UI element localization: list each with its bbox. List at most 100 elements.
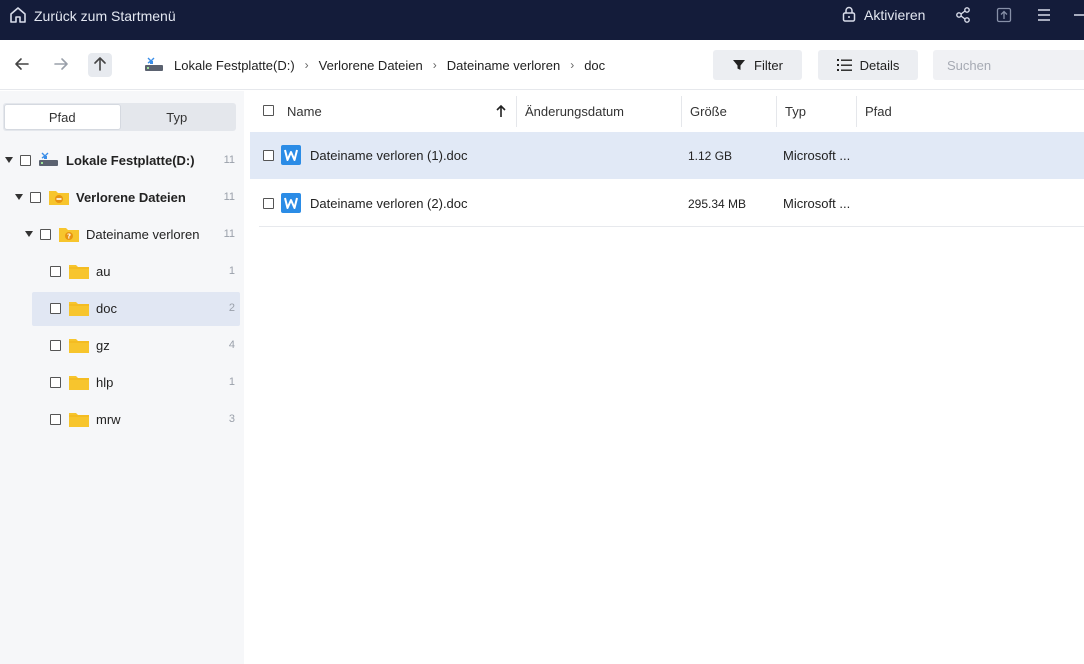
tree-item-label: doc	[96, 301, 117, 316]
arrow-right-icon	[52, 55, 70, 76]
word-document-icon	[281, 145, 301, 165]
column-divider[interactable]	[516, 96, 517, 127]
column-path[interactable]: Pfad	[865, 91, 892, 132]
item-count: 1	[228, 376, 235, 388]
list-icon	[836, 58, 852, 72]
checkbox[interactable]	[40, 229, 51, 240]
row-checkbox[interactable]	[263, 150, 274, 161]
tab-path[interactable]: Pfad	[5, 105, 120, 129]
column-date[interactable]: Änderungsdatum	[525, 91, 624, 132]
breadcrumb-lost-files[interactable]: Verlorene Dateien	[319, 58, 423, 73]
column-divider[interactable]	[681, 96, 682, 127]
caret-down-icon[interactable]	[15, 194, 23, 200]
drive-icon	[144, 55, 164, 75]
activate-button[interactable]: Aktivieren	[840, 4, 925, 26]
tree-item-hlp[interactable]: hlp 1	[0, 366, 240, 400]
checkbox[interactable]	[50, 340, 61, 351]
file-list: Name Änderungsdatum Größe Typ Pfad Datei…	[250, 91, 1084, 664]
file-name: Dateiname verloren (1).doc	[310, 148, 468, 163]
tree-item-drive[interactable]: Lokale Festplatte(D:) 11	[0, 144, 240, 178]
view-mode-switch: Pfad Typ	[3, 103, 236, 131]
item-count: 4	[228, 339, 235, 351]
file-type: Microsoft ...	[783, 196, 851, 211]
checkbox[interactable]	[20, 155, 31, 166]
checkbox[interactable]	[50, 414, 61, 425]
tree-item-label: Lokale Festplatte(D:)	[66, 153, 195, 168]
column-divider[interactable]	[856, 96, 857, 127]
row-checkbox[interactable]	[263, 198, 274, 209]
column-path-label: Pfad	[865, 104, 892, 119]
unknown-folder-icon: ?	[58, 225, 80, 246]
item-count: 11	[223, 228, 235, 240]
breadcrumb: Lokale Festplatte(D:) › Verlorene Dateie…	[144, 54, 605, 76]
filter-button[interactable]: Filter	[713, 50, 802, 80]
tab-type[interactable]: Typ	[120, 105, 235, 129]
checkbox[interactable]	[30, 192, 41, 203]
table-row[interactable]: Dateiname verloren (2).doc 295.34 MB Mic…	[250, 180, 1084, 227]
row-divider	[259, 226, 1084, 227]
tree-item-gz[interactable]: gz 4	[0, 329, 240, 363]
checkbox[interactable]	[50, 303, 61, 314]
up-button[interactable]	[88, 53, 112, 77]
file-name: Dateiname verloren (2).doc	[310, 196, 468, 211]
breadcrumb-lost-filename[interactable]: Dateiname verloren	[447, 58, 560, 73]
column-name-label: Name	[287, 104, 322, 119]
table-row[interactable]: Dateiname verloren (1).doc 1.12 GB Micro…	[250, 132, 1084, 179]
arrow-up-icon	[91, 55, 109, 76]
caret-down-icon[interactable]	[25, 231, 33, 237]
upload-icon[interactable]	[993, 4, 1015, 26]
tree-item-lost-filename[interactable]: ? Dateiname verloren 11	[0, 218, 240, 252]
funnel-icon	[732, 58, 746, 72]
column-type-label: Typ	[785, 104, 806, 119]
tree-item-au[interactable]: au 1	[0, 255, 240, 289]
breadcrumb-drive[interactable]: Lokale Festplatte(D:)	[174, 58, 295, 73]
checkbox[interactable]	[50, 266, 61, 277]
tree-item-label: mrw	[96, 412, 121, 427]
folder-icon	[68, 262, 90, 283]
folder-icon	[68, 299, 90, 320]
drive-icon	[38, 150, 60, 173]
title-bar: Zurück zum Startmenü Aktivieren	[0, 0, 1084, 40]
column-type[interactable]: Typ	[785, 91, 806, 132]
list-header: Name Änderungsdatum Größe Typ Pfad	[250, 91, 1084, 132]
folder-icon	[68, 410, 90, 431]
forward-button[interactable]	[49, 53, 73, 77]
folder-icon	[68, 336, 90, 357]
item-count: 2	[228, 302, 235, 314]
select-all-checkbox[interactable]	[263, 105, 274, 116]
item-count: 1	[228, 265, 235, 277]
menu-icon[interactable]	[1033, 4, 1055, 26]
item-count: 3	[228, 413, 235, 425]
details-label: Details	[859, 57, 900, 73]
lock-icon	[840, 5, 858, 26]
navigation-toolbar: Lokale Festplatte(D:) › Verlorene Dateie…	[0, 40, 1084, 90]
home-icon	[8, 5, 28, 28]
lost-folder-icon	[48, 188, 70, 209]
tree-item-doc[interactable]: doc 2	[32, 292, 240, 326]
back-to-home-button[interactable]: Zurück zum Startmenü	[8, 5, 176, 27]
details-button[interactable]: Details	[818, 50, 918, 80]
column-divider[interactable]	[776, 96, 777, 127]
tree-item-label: Dateiname verloren	[86, 227, 200, 242]
tree-item-lost-files[interactable]: Verlorene Dateien 11	[0, 181, 240, 215]
tree-item-label: au	[96, 264, 111, 279]
checkbox[interactable]	[50, 377, 61, 388]
back-to-home-label: Zurück zum Startmenü	[34, 8, 176, 24]
chevron-right-icon: ›	[432, 58, 437, 72]
minimize-icon[interactable]	[1070, 4, 1084, 26]
breadcrumb-doc[interactable]: doc	[584, 58, 605, 73]
item-count: 11	[223, 191, 235, 203]
caret-down-icon[interactable]	[5, 157, 13, 163]
share-icon[interactable]	[952, 4, 974, 26]
svg-text:?: ?	[67, 233, 71, 241]
tree-item-mrw[interactable]: mrw 3	[0, 403, 240, 437]
folder-icon	[68, 373, 90, 394]
item-count: 11	[223, 154, 235, 166]
column-name[interactable]: Name	[287, 91, 322, 132]
back-button[interactable]	[10, 53, 34, 77]
sort-ascending-icon[interactable]	[495, 104, 507, 121]
search-input[interactable]	[933, 50, 1084, 80]
column-date-label: Änderungsdatum	[525, 104, 625, 119]
file-size: 295.34 MB	[688, 197, 747, 211]
column-size[interactable]: Größe	[690, 91, 727, 132]
